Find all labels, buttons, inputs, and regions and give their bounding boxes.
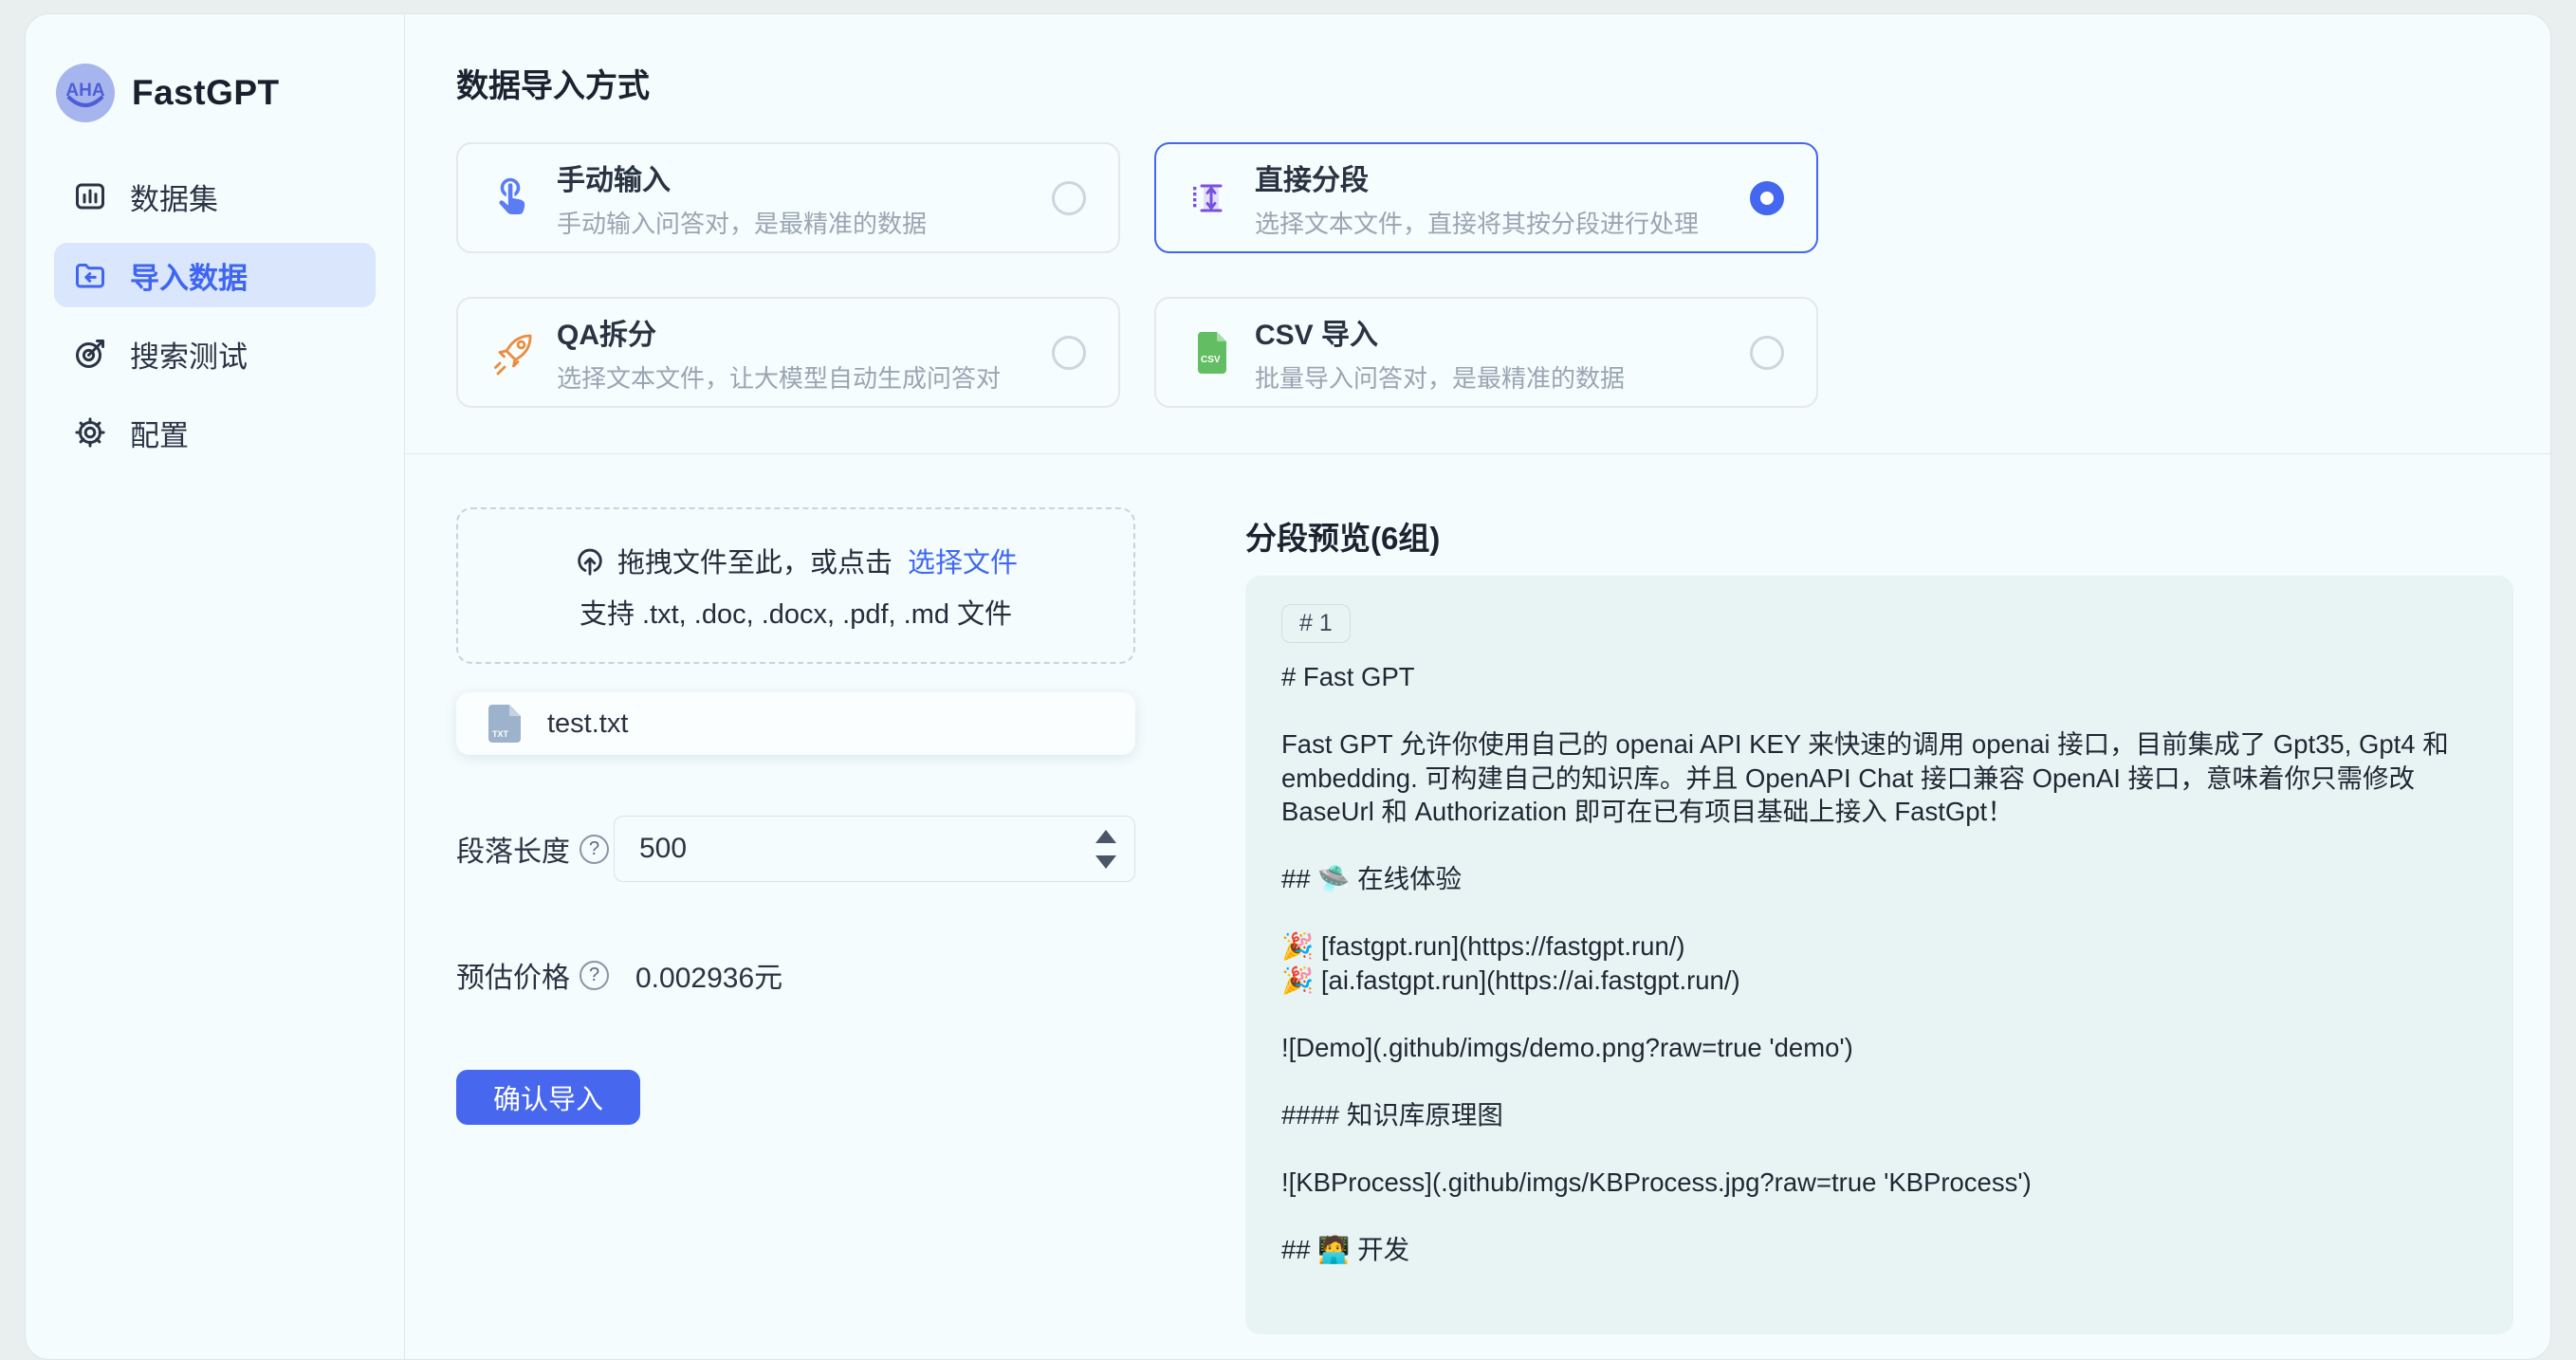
segment-preview-panel: 分段预览(6组) # 1 # Fast GPT Fast GPT 允许你使用自己… [1245, 507, 2513, 1334]
search-test-icon [73, 337, 107, 371]
sidebar-item-label: 搜索测试 [130, 333, 248, 376]
chunk-length-input[interactable] [614, 816, 1135, 882]
fastgpt-logo-icon: AHA [56, 64, 115, 122]
estimated-price-help-icon[interactable]: ? [580, 961, 609, 990]
stepper-up-button[interactable] [1095, 830, 1116, 843]
method-radio-unselected[interactable] [1750, 336, 1784, 370]
method-card-texts: CSV 导入 批量导入问答对，是最精准的数据 [1255, 311, 1625, 395]
app-logo: AHA FastGPT [54, 64, 376, 122]
sidebar-item-label: 导入数据 [130, 254, 248, 297]
dataset-icon [73, 179, 107, 213]
estimated-price-row: 预估价格 ? 0.002936元 [456, 954, 1135, 996]
method-desc: 选择文本文件，让大模型自动生成问答对 [557, 359, 1001, 395]
txt-icon-label: TXT [492, 729, 509, 739]
csv-icon-label: CSV [1201, 355, 1221, 365]
stepper-down-button[interactable] [1095, 855, 1116, 869]
method-desc: 批量导入问答对，是最精准的数据 [1255, 359, 1625, 395]
workspace: 拖拽文件至此，或点击 选择文件 支持 .txt, .doc, .docx, .p… [456, 454, 2513, 1334]
chunk-index-badge: # 1 [1281, 604, 1351, 643]
chunk-text: # Fast GPT Fast GPT 允许你使用自己的 openai API … [1281, 660, 2477, 1266]
estimated-price-value: 0.002936元 [635, 954, 782, 996]
uploaded-file-name: test.txt [547, 708, 628, 740]
method-radio-selected[interactable] [1750, 181, 1784, 215]
chunk-length-row: 段落长度 ? [456, 816, 1135, 882]
segment-cursor-icon [1188, 175, 1234, 221]
sidebar-item-dataset[interactable]: 数据集 [54, 164, 376, 229]
method-card-csv-import[interactable]: CSV CSV 导入 批量导入问答对，是最精准的数据 [1154, 297, 1818, 408]
sidebar-item-settings[interactable]: 配置 [54, 400, 376, 465]
sidebar-item-import-data[interactable]: 导入数据 [54, 243, 376, 307]
page-title: 数据导入方式 [456, 60, 2513, 106]
segment-preview-title: 分段预览(6组) [1245, 513, 2513, 559]
method-title: 直接分段 [1255, 156, 1699, 198]
upload-icon [574, 544, 606, 577]
import-method-cards: 手动输入 手动输入问答对，是最精准的数据 [456, 142, 2513, 408]
csv-file-icon: CSV [1188, 330, 1234, 376]
dropzone-support-text: 支持 .txt, .doc, .docx, .pdf, .md 文件 [580, 592, 1012, 632]
txt-file-icon: TXT [487, 703, 523, 744]
method-radio-unselected[interactable] [1052, 336, 1086, 370]
file-dropzone[interactable]: 拖拽文件至此，或点击 选择文件 支持 .txt, .doc, .docx, .p… [456, 507, 1135, 664]
method-desc: 手动输入问答对，是最精准的数据 [557, 205, 927, 240]
method-card-texts: QA拆分 选择文本文件，让大模型自动生成问答对 [557, 311, 1001, 395]
method-card-qa-split[interactable]: QA拆分 选择文本文件，让大模型自动生成问答对 [456, 297, 1120, 408]
sidebar-item-label: 配置 [130, 412, 189, 454]
upload-column: 拖拽文件至此，或点击 选择文件 支持 .txt, .doc, .docx, .p… [456, 507, 1135, 1334]
method-card-texts: 直接分段 选择文本文件，直接将其按分段进行处理 [1255, 156, 1699, 240]
sidebar-item-search-test[interactable]: 搜索测试 [54, 322, 376, 386]
segment-preview-card: # 1 # Fast GPT Fast GPT 允许你使用自己的 openai … [1245, 576, 2513, 1334]
uploaded-file-item[interactable]: TXT test.txt [456, 692, 1135, 755]
hand-click-icon [490, 175, 536, 221]
main-content: 数据导入方式 手动输入 手动输入问答对，是最精准的数据 [405, 14, 2551, 1359]
import-data-icon [73, 258, 107, 292]
number-stepper [1095, 816, 1116, 882]
method-card-direct-segment[interactable]: 直接分段 选择文本文件，直接将其按分段进行处理 [1154, 142, 1818, 253]
rocket-icon [490, 330, 536, 376]
settings-icon [73, 415, 107, 450]
sidebar-nav: 数据集 导入数据 搜索测试 [54, 164, 376, 465]
method-radio-unselected[interactable] [1052, 181, 1086, 215]
chunk-length-label: 段落长度 [456, 828, 570, 870]
chunk-length-input-wrap [614, 816, 1135, 882]
estimated-price-label: 预估价格 [456, 954, 570, 996]
dropzone-text: 拖拽文件至此，或点击 [617, 541, 892, 580]
sidebar: AHA FastGPT 数据集 导入数据 [26, 14, 405, 1359]
method-title: 手动输入 [557, 156, 927, 198]
confirm-import-button[interactable]: 确认导入 [456, 1070, 640, 1125]
method-card-manual-input[interactable]: 手动输入 手动输入问答对，是最精准的数据 [456, 142, 1120, 253]
method-card-texts: 手动输入 手动输入问答对，是最精准的数据 [557, 156, 927, 240]
method-desc: 选择文本文件，直接将其按分段进行处理 [1255, 205, 1699, 240]
choose-file-link[interactable]: 选择文件 [908, 541, 1018, 580]
chunk-length-help-icon[interactable]: ? [580, 835, 609, 864]
method-title: QA拆分 [557, 311, 1001, 353]
app-title: FastGPT [132, 73, 280, 113]
method-title: CSV 导入 [1255, 311, 1625, 353]
sidebar-item-label: 数据集 [130, 175, 218, 218]
app-window: AHA FastGPT 数据集 导入数据 [25, 13, 2551, 1360]
dropzone-line1: 拖拽文件至此，或点击 选择文件 [574, 541, 1018, 580]
